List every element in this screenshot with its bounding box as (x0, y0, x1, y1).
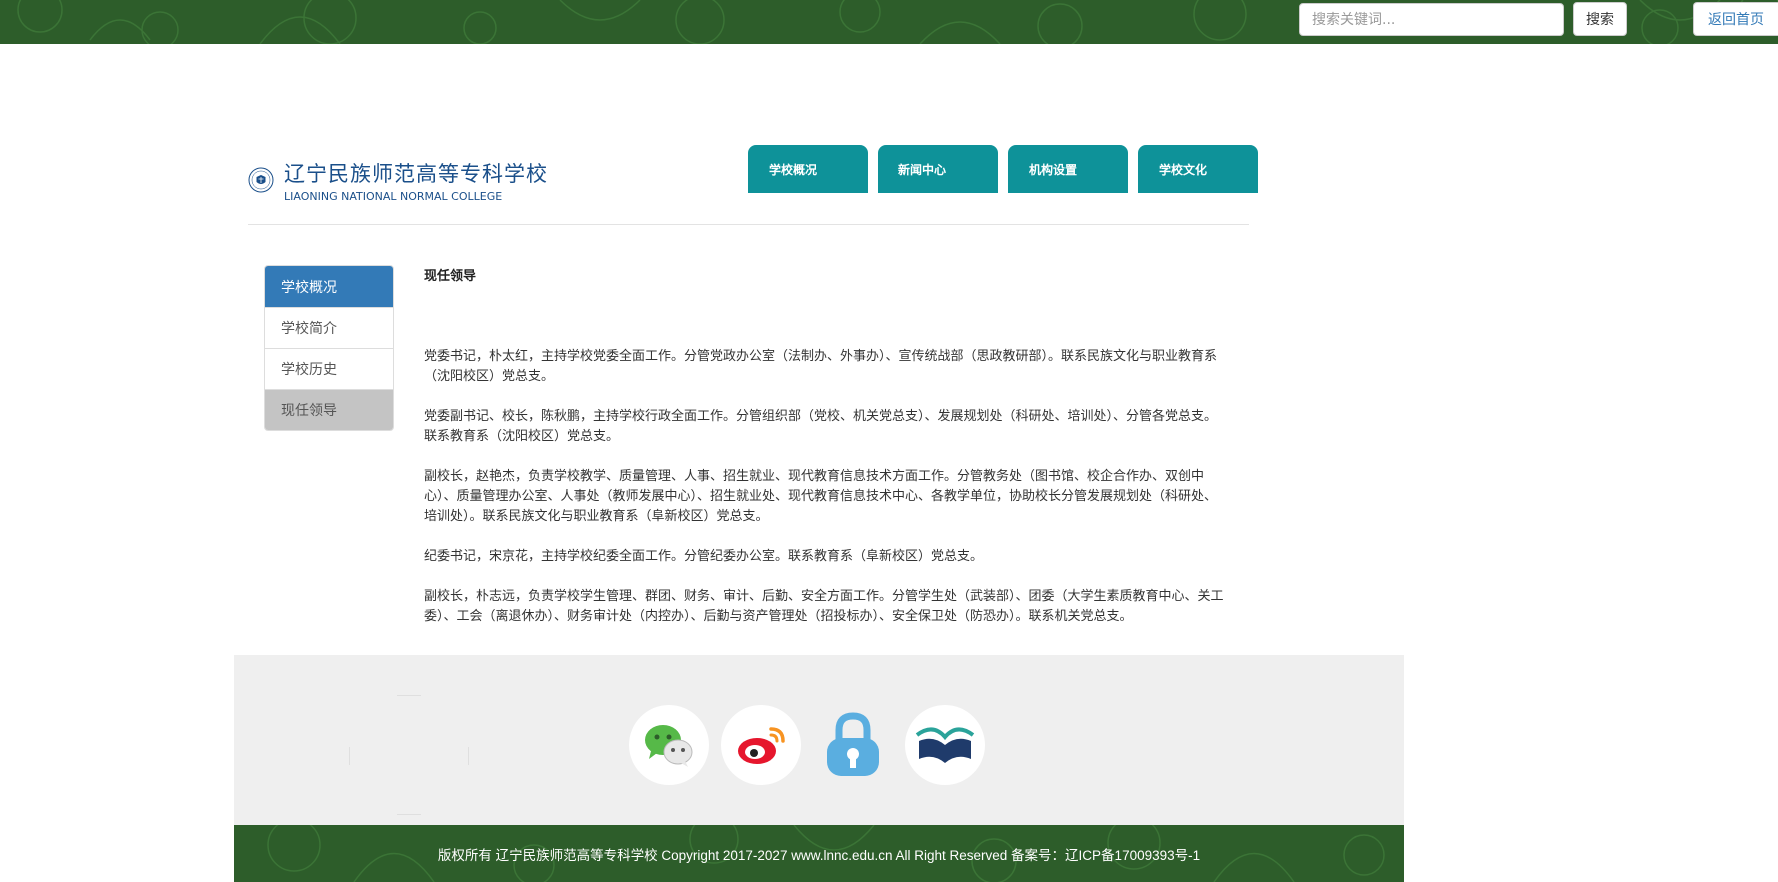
school-logo[interactable]: 辽宁民族师范高等专科学校 LIAONING NATIONAL NORMAL CO… (248, 153, 548, 207)
header-divider (248, 224, 1249, 225)
leader-paragraph: 党委书记，朴太红，主持学校党委全面工作。分管党政办公室（法制办、外事办）、宣传统… (424, 349, 1218, 384)
sidebar-item-school-history[interactable]: 学校历史 (265, 348, 393, 389)
school-emblem-icon (248, 167, 274, 193)
sidebar-heading: 学校概况 (265, 266, 393, 307)
page-title: 现任领导 (424, 269, 477, 284)
copyright-text: 版权所有 辽宁民族师范高等专科学校 Copyright 2017-2027 ww… (437, 847, 1201, 863)
sidebar-item-school-intro[interactable]: 学校简介 (265, 307, 393, 348)
wechat-icon[interactable] (629, 705, 709, 785)
weibo-icon[interactable] (721, 705, 801, 785)
nav-tab-organization[interactable]: 机构设置 (1008, 145, 1128, 193)
lock-icon[interactable] (813, 705, 893, 785)
search-button[interactable]: 搜索 (1573, 2, 1627, 36)
book-logo-icon[interactable] (905, 705, 985, 785)
main-content: 现任领导 党委书记，朴太红，主持学校党委全面工作。分管党政办公室（法制办、外事办… (424, 265, 1224, 647)
footer-links-area (234, 655, 1404, 825)
leader-paragraph: 党委副书记、校长，陈秋鹏，主持学校行政全面工作。分管组织部（党校、机关党总支）、… (424, 409, 1218, 444)
nav-tab-school-culture[interactable]: 学校文化 (1138, 145, 1258, 193)
nav-tab-news-center[interactable]: 新闻中心 (878, 145, 998, 193)
school-name-en: LIAONING NATIONAL NORMAL COLLEGE (284, 189, 503, 203)
leader-paragraph: 纪委书记，宋京花，主持学校纪委全面工作。分管纪委办公室。联系教育系（阜新校区）党… (424, 549, 984, 564)
social-links (629, 705, 985, 785)
leader-paragraph: 副校长，赵艳杰，负责学校教学、质量管理、人事、招生就业、现代教育信息技术方面工作… (424, 469, 1218, 524)
main-nav: 学校概况 新闻中心 机构设置 学校文化 (748, 145, 1258, 193)
home-link[interactable]: 返回首页 (1693, 2, 1778, 36)
top-bar: 搜索 返回首页 (0, 0, 1778, 44)
footer-copyright-bar: 版权所有 辽宁民族师范高等专科学校 Copyright 2017-2027 ww… (234, 825, 1404, 882)
search-input[interactable] (1299, 3, 1564, 36)
qr-code-frame (349, 695, 469, 815)
leader-paragraph: 副校长，朴志远，负责学校学生管理、群团、财务、审计、后勤、安全方面工作。分管学生… (424, 589, 1224, 624)
sidebar: 学校概况 学校简介 学校历史 现任领导 (264, 265, 394, 431)
nav-tab-school-overview[interactable]: 学校概况 (748, 145, 868, 193)
school-name-cn: 辽宁民族师范高等专科学校 (284, 161, 548, 186)
sidebar-item-current-leaders[interactable]: 现任领导 (265, 389, 393, 430)
